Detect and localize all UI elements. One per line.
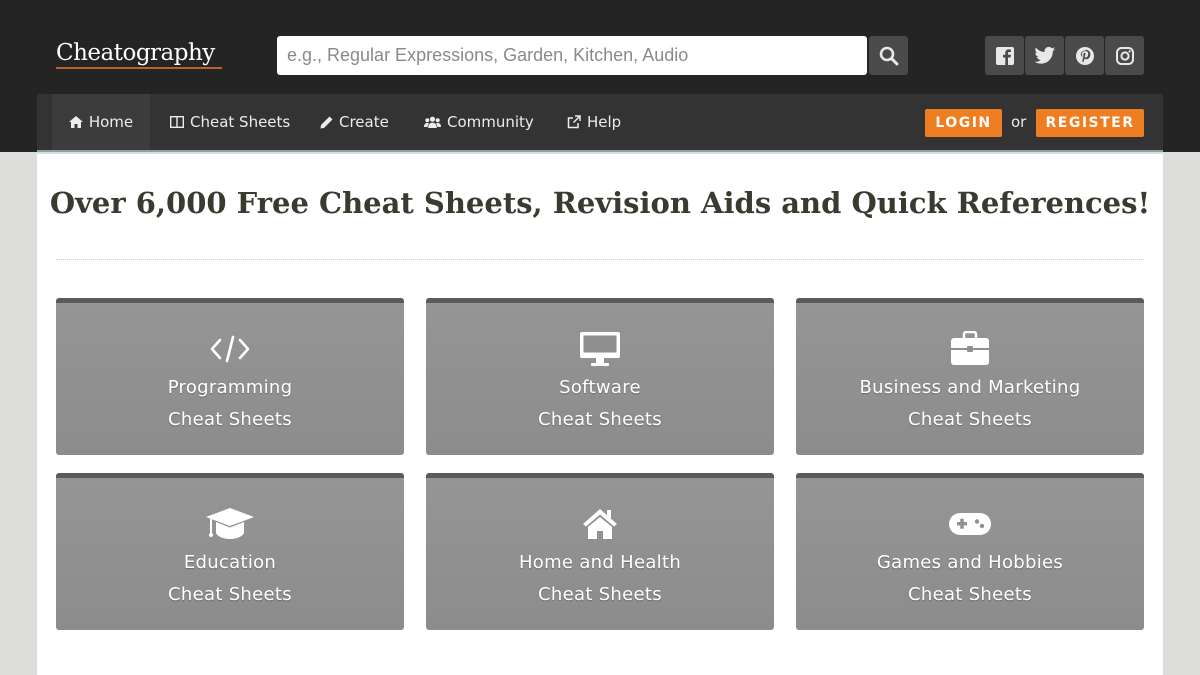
tile-title: Programming (167, 377, 293, 398)
search-input[interactable] (277, 36, 867, 75)
twitter-button[interactable] (1025, 36, 1064, 75)
home-icon (68, 116, 83, 128)
divider (56, 259, 1144, 260)
category-tile-games-hobbies[interactable]: Games and Hobbies Cheat Sheets (796, 473, 1144, 630)
tile-subtitle: Cheat Sheets (538, 584, 662, 605)
login-button[interactable]: LOGIN (925, 109, 1002, 137)
nav-cheat-sheets-label: Cheat Sheets (190, 113, 291, 131)
category-tile-software[interactable]: Software Cheat Sheets (426, 298, 774, 455)
nav-item-create[interactable]: Create (320, 94, 389, 150)
columns-icon (170, 116, 184, 128)
category-tile-home-health[interactable]: Home and Health Cheat Sheets (426, 473, 774, 630)
tile-subtitle: Cheat Sheets (908, 409, 1032, 430)
external-link-icon (567, 115, 581, 129)
search-icon (879, 46, 898, 65)
tile-subtitle: Cheat Sheets (168, 584, 292, 605)
nav-help-label: Help (587, 113, 622, 131)
instagram-button[interactable] (1105, 36, 1144, 75)
briefcase-icon (951, 331, 989, 365)
or-text: or (1011, 113, 1027, 131)
tile-title: Education (183, 552, 277, 573)
facebook-button[interactable] (985, 36, 1024, 75)
category-tile-business-marketing[interactable]: Business and Marketing Cheat Sheets (796, 298, 1144, 455)
twitter-icon (1033, 46, 1055, 64)
pencil-icon (320, 116, 333, 129)
page-headline: Over 6,000 Free Cheat Sheets, Revision A… (49, 186, 1151, 220)
users-icon (424, 116, 441, 129)
nav-item-home[interactable]: Home (52, 94, 150, 150)
pinterest-button[interactable] (1065, 36, 1104, 75)
pinterest-icon (1075, 46, 1094, 65)
logo-underline (56, 67, 222, 69)
nav-item-help[interactable]: Help (567, 94, 621, 150)
register-button[interactable]: REGISTER (1036, 109, 1144, 137)
nav-home-label: Home (88, 113, 134, 131)
facebook-icon (995, 46, 1014, 65)
tile-title: Home and Health (518, 552, 682, 573)
graduation-cap-icon (206, 508, 254, 539)
search-button[interactable] (869, 36, 908, 75)
nav-item-community[interactable]: Community (424, 94, 534, 150)
code-icon (210, 335, 250, 363)
tile-title: Software (559, 377, 641, 398)
house-icon (583, 509, 617, 539)
category-tile-programming[interactable]: Programming Cheat Sheets (56, 298, 404, 455)
nav-item-cheat-sheets[interactable]: Cheat Sheets (170, 94, 290, 150)
nav-create-label: Create (339, 113, 389, 131)
instagram-icon (1115, 46, 1134, 65)
nav-community-label: Community (447, 113, 534, 131)
category-tile-education[interactable]: Education Cheat Sheets (56, 473, 404, 630)
gamepad-icon (949, 513, 991, 535)
monitor-icon (580, 332, 620, 366)
tile-title: Games and Hobbies (876, 552, 1064, 573)
tile-subtitle: Cheat Sheets (538, 409, 662, 430)
tile-subtitle: Cheat Sheets (168, 409, 292, 430)
tile-title: Business and Marketing (859, 377, 1081, 398)
tile-subtitle: Cheat Sheets (908, 584, 1032, 605)
site-logo[interactable]: Cheatography (56, 40, 215, 66)
